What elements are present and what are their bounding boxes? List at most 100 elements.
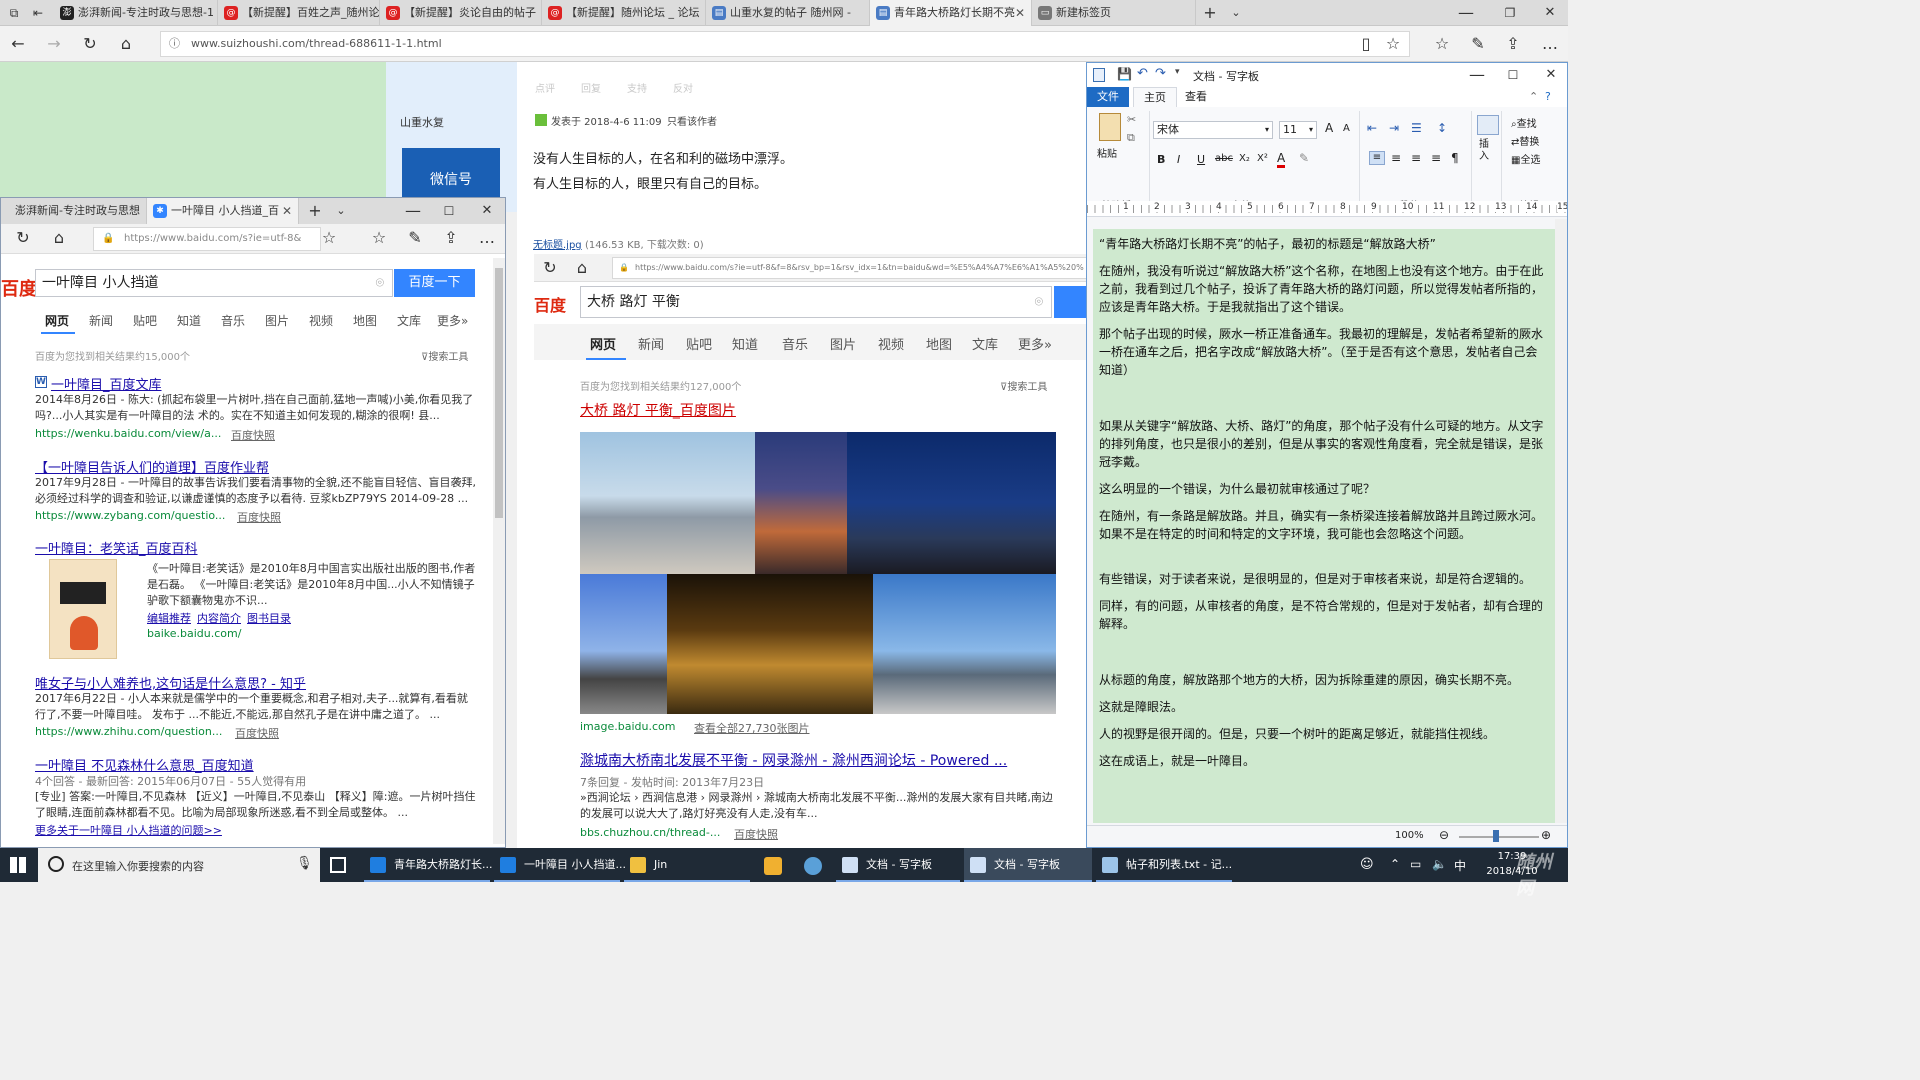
font-size-select[interactable]: 11 ▾ bbox=[1279, 121, 1317, 139]
decrease-indent-icon[interactable]: ⇤ bbox=[1367, 121, 1377, 135]
show-hidden-icons-icon[interactable]: ⌃ bbox=[1390, 857, 1400, 871]
tab-shanchong[interactable]: ▤ 山重水复的帖子 随州网 - bbox=[706, 0, 870, 26]
maximize-icon[interactable]: ☐ bbox=[1503, 65, 1523, 85]
shrink-font-icon[interactable]: A bbox=[1343, 123, 1350, 134]
cut-icon[interactable]: ✂ bbox=[1127, 113, 1136, 126]
collapse-ribbon-icon[interactable]: ⌃ bbox=[1519, 87, 1548, 107]
nav-map[interactable]: 地图 bbox=[353, 312, 377, 329]
select-all-button[interactable]: ▦全选 bbox=[1511, 151, 1540, 166]
refresh-icon[interactable]: ↻ bbox=[13, 228, 33, 248]
volume-icon[interactable]: 🔈 bbox=[1432, 857, 1447, 871]
insert-label[interactable]: 插入 bbox=[1479, 139, 1491, 163]
more-questions-link[interactable]: 更多关于一叶障目 小人挡道的问题>> bbox=[35, 822, 222, 838]
result-4-title[interactable]: 唯女子与小人难养也,这句话是什么意思? - 知乎 bbox=[35, 673, 306, 692]
result-1-snapshot[interactable]: 百度快照 bbox=[231, 427, 275, 443]
ime-indicator[interactable]: 中 bbox=[1454, 857, 1466, 874]
taskbar-edge-qingnian[interactable]: 青年路大桥路灯长... bbox=[364, 848, 493, 882]
highlight-icon[interactable]: ✎ bbox=[1299, 151, 1309, 165]
result-5-title[interactable]: 一叶障目 不见森林什么意思_百度知道 bbox=[35, 755, 254, 774]
font-color-icon[interactable]: A bbox=[1277, 151, 1286, 168]
redo-icon[interactable]: ↷ bbox=[1155, 66, 1166, 81]
zoom-slider[interactable] bbox=[1459, 836, 1539, 838]
nav-news[interactable]: 新闻 bbox=[89, 312, 113, 329]
result-2-snapshot[interactable]: 百度快照 bbox=[237, 509, 281, 525]
pen-notes-icon[interactable]: ✎ bbox=[1468, 34, 1488, 54]
refresh-icon[interactable]: ↻ bbox=[80, 34, 100, 54]
attachment-link[interactable]: 无标题.jpg bbox=[533, 236, 582, 251]
tab-yanlun[interactable]: @ 【新提醒】炎论自由的帖子 bbox=[380, 0, 542, 26]
taskbar-edge-baidu[interactable]: 一叶障目 小人挡道... bbox=[494, 848, 626, 882]
taskbar-wordpad-1[interactable]: 文档 - 写字板 bbox=[836, 848, 960, 882]
baidu-scrollbar[interactable] bbox=[493, 258, 505, 844]
menu-home[interactable]: 主页 bbox=[1133, 87, 1177, 107]
main-address-bar[interactable]: ⓘ www.suizhoushi.com/thread-688611-1-1.ht… bbox=[160, 31, 1410, 57]
zoom-slider-thumb[interactable] bbox=[1493, 830, 1499, 842]
app-launcher-icon[interactable] bbox=[764, 857, 782, 875]
result-3-url[interactable]: baike.baidu.com/ bbox=[147, 627, 241, 640]
home-icon[interactable]: ⌂ bbox=[116, 34, 136, 54]
nav-more[interactable]: 更多» bbox=[437, 312, 468, 329]
baidu-address-bar[interactable]: 🔒 https://www.baidu.com/s?ie=utf-8& bbox=[93, 227, 321, 251]
only-author-link[interactable]: 只看该作者 bbox=[667, 113, 717, 128]
minimize-icon[interactable]: — bbox=[1467, 65, 1487, 85]
align-left-icon[interactable]: ≡ bbox=[1369, 151, 1385, 165]
microphone-icon[interactable]: 🎙 bbox=[296, 856, 313, 871]
save-icon[interactable]: 💾 bbox=[1117, 67, 1132, 81]
bird-app-icon[interactable] bbox=[804, 857, 822, 875]
line-spacing-icon[interactable]: ↕ bbox=[1437, 121, 1447, 135]
result-3-link-toc[interactable]: 图书目录 bbox=[247, 610, 291, 626]
reply-action[interactable]: 回复 bbox=[581, 84, 601, 95]
tab-pengpai[interactable]: 澎澎湃新闻-专注时政与思想-1 bbox=[54, 0, 218, 26]
result-3-link-recommend[interactable]: 编辑推荐 bbox=[147, 610, 191, 626]
font-family-select[interactable]: 宋体 ▾ bbox=[1153, 121, 1273, 139]
taskbar-notepad[interactable]: 帖子和列表.txt - 记... bbox=[1096, 848, 1232, 882]
paste-label[interactable]: 粘贴 bbox=[1097, 145, 1117, 160]
minimize-icon[interactable]: — bbox=[1456, 3, 1476, 23]
favorites-hub-icon[interactable]: ☆ bbox=[369, 228, 389, 248]
baidu-scroll-thumb[interactable] bbox=[495, 268, 503, 518]
baidu-search-tools[interactable]: ⊽搜索工具 bbox=[421, 348, 468, 363]
back-arrow-icon[interactable]: ← bbox=[8, 34, 28, 54]
people-icon[interactable]: ☺ bbox=[1360, 857, 1374, 872]
taskbar-search-box[interactable]: 在这里输入你要搜索的内容 🎙 bbox=[38, 848, 320, 882]
camera-icon[interactable]: ⌾ bbox=[376, 270, 384, 296]
paste-icon[interactable] bbox=[1099, 113, 1121, 141]
close-tab-icon[interactable]: ✕ bbox=[282, 198, 292, 224]
restore-icon[interactable]: ❐ bbox=[1500, 3, 1520, 23]
pen-notes-icon[interactable]: ✎ bbox=[405, 228, 425, 248]
chevron-down-icon[interactable]: ⌄ bbox=[331, 201, 351, 221]
zoom-in-icon[interactable]: ⊕ bbox=[1541, 828, 1551, 842]
tab-pengpai-2[interactable]: 澎湃新闻-专注时政与思想 bbox=[1, 198, 147, 224]
tab-qingnianlu[interactable]: ▤ 青年路大桥路灯长期不亮 ✕ bbox=[870, 0, 1032, 26]
reading-view-icon[interactable]: ▯ bbox=[1356, 34, 1376, 54]
tab-forum[interactable]: @ 【新提醒】随州论坛 _ 论坛 bbox=[542, 0, 706, 26]
poster-name[interactable]: 山重水复 bbox=[400, 114, 444, 130]
wordpad-ruler[interactable]: 123456789101112131415 bbox=[1087, 201, 1567, 217]
nav-wenku[interactable]: 文库 bbox=[397, 312, 421, 329]
chevron-down-icon[interactable]: ⌄ bbox=[1226, 3, 1246, 23]
nav-zhidao[interactable]: 知道 bbox=[177, 312, 201, 329]
copy-icon[interactable]: ⧉ bbox=[1127, 131, 1135, 145]
tab-baidu-active[interactable]: ✱ 一叶障目 小人挡道_百 ✕ bbox=[147, 198, 299, 224]
tab-actions-icon[interactable]: ⧉ bbox=[4, 3, 24, 23]
result-1-url[interactable]: https://wenku.baidu.com/view/a... bbox=[35, 427, 221, 440]
nav-web[interactable]: 网页 bbox=[45, 312, 69, 329]
zoom-out-icon[interactable]: ⊖ bbox=[1439, 828, 1449, 842]
rate-action[interactable]: 点评 bbox=[535, 84, 555, 95]
close-tab-icon[interactable]: ✕ bbox=[1015, 0, 1025, 26]
oppose-action[interactable]: 反对 bbox=[673, 84, 693, 95]
insert-picture-icon[interactable] bbox=[1477, 115, 1499, 135]
menu-file[interactable]: 文件 bbox=[1087, 87, 1129, 107]
more-icon[interactable]: … bbox=[477, 228, 497, 248]
minimize-icon[interactable]: — bbox=[403, 201, 423, 221]
result-4-snapshot[interactable]: 百度快照 bbox=[235, 725, 279, 741]
result-1-title[interactable]: 一叶障目_百度文库 bbox=[51, 374, 162, 393]
baidu-search-input[interactable]: 一叶障目 小人挡道 ⌾ bbox=[35, 269, 393, 297]
taskbar-folder-jin[interactable]: Jin bbox=[624, 848, 750, 882]
nav-images[interactable]: 图片 bbox=[265, 312, 289, 329]
increase-indent-icon[interactable]: ⇥ bbox=[1389, 121, 1399, 135]
find-button[interactable]: ⌕查找 bbox=[1511, 115, 1537, 130]
share-icon[interactable]: ⇪ bbox=[441, 228, 461, 248]
subscript-icon[interactable]: X₂ bbox=[1239, 153, 1250, 164]
align-right-icon[interactable]: ≡ bbox=[1411, 151, 1421, 165]
